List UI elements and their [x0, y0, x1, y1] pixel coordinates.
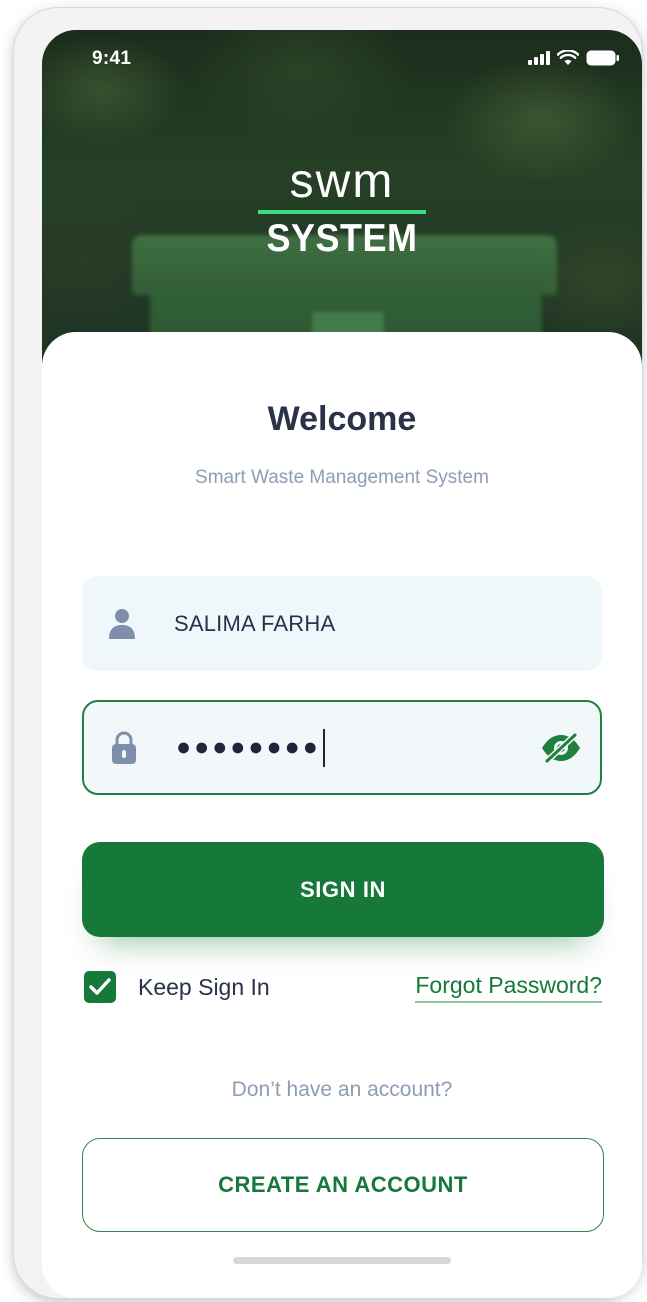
lock-icon [110, 731, 138, 765]
forgot-password-link[interactable]: Forgot Password? [415, 972, 602, 1003]
wifi-icon [557, 50, 579, 65]
status-time: 9:41 [92, 48, 132, 69]
check-icon [89, 978, 111, 995]
status-bar: 9:41 [42, 30, 642, 90]
battery-icon [586, 50, 619, 66]
text-caret [322, 728, 325, 767]
cellular-signal-icon [528, 51, 550, 65]
keep-signed-in-label[interactable]: Keep Sign In [138, 974, 270, 1001]
phone-frame: 9:41 swm SYSTEM Welcome Smart Waste Mana… [14, 8, 642, 1298]
password-field[interactable]: ●●●●●●●● [82, 700, 602, 795]
username-field[interactable]: SALIMA FARHA [82, 576, 602, 671]
user-icon [108, 607, 136, 641]
welcome-title: Welcome [267, 400, 417, 438]
welcome-subtitle: Smart Waste Management System [195, 467, 489, 488]
sign-in-button[interactable]: SIGN IN [82, 842, 604, 937]
password-value: ●●●●●●●● [176, 728, 325, 767]
no-account-text: Don’t have an account? [231, 1078, 453, 1101]
logo-system-text: SYSTEM [266, 215, 418, 260]
keep-signed-in-toggle[interactable]: Keep Sign In [84, 970, 270, 1004]
keep-signed-in-checkbox[interactable] [84, 971, 116, 1003]
username-value: SALIMA FARHA [174, 610, 336, 636]
logo-divider [258, 210, 426, 214]
eye-slash-icon[interactable] [540, 731, 582, 764]
login-sheet: Welcome Smart Waste Management System SA… [42, 332, 642, 1298]
create-account-button[interactable]: CREATE AN ACCOUNT [82, 1138, 604, 1232]
home-indicator[interactable] [233, 1257, 451, 1264]
password-mask: ●●●●●●●● [176, 733, 321, 761]
app-screen: 9:41 swm SYSTEM Welcome Smart Waste Mana… [42, 30, 642, 1298]
swm-logo: swm SYSTEM [42, 155, 642, 260]
status-icons [528, 50, 620, 66]
logo-wordmark: swm [289, 155, 395, 208]
